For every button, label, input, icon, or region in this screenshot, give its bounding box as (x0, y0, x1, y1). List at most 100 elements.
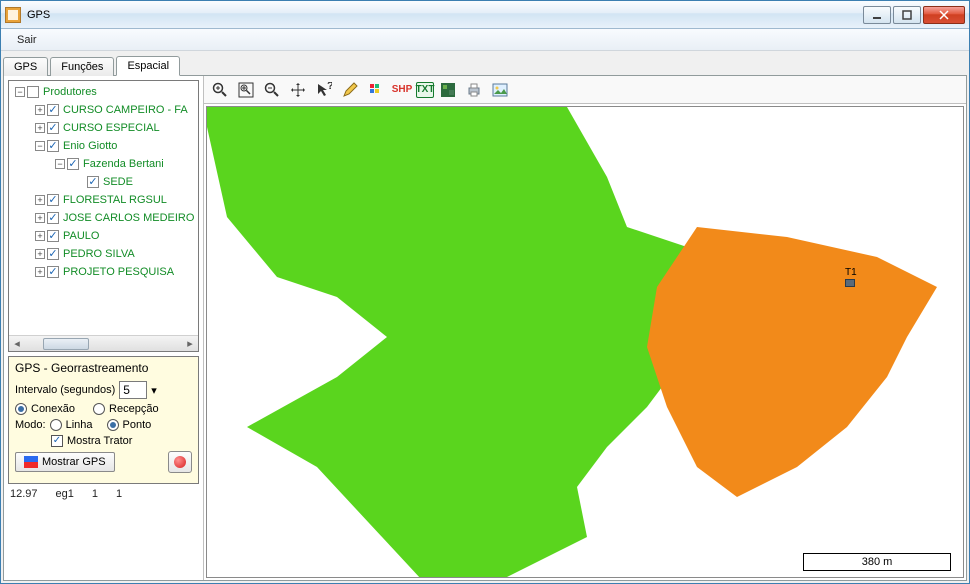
maximize-button[interactable] (893, 6, 921, 24)
checkbox[interactable]: ✓ (47, 140, 59, 152)
tree-item[interactable]: +✓FLORESTAL RGSUL (11, 191, 196, 209)
tree-item[interactable]: +✓CURSO ESPECIAL (11, 119, 196, 137)
picture-icon[interactable] (488, 79, 512, 101)
map-toolbar: ? SHP TXT (204, 76, 966, 104)
window-title: GPS (27, 9, 863, 21)
app-icon (5, 7, 21, 23)
tree[interactable]: −Produtores +✓CURSO CAMPEIRO - FA +✓CURS… (9, 81, 198, 335)
mostrar-gps-button[interactable]: Mostrar GPS (15, 452, 115, 472)
checkbox[interactable]: ✓ (87, 176, 99, 188)
checkbox[interactable]: ✓ (47, 212, 59, 224)
txt-button[interactable]: TXT (416, 82, 434, 98)
satellite-icon[interactable] (436, 79, 460, 101)
left-panel: −Produtores +✓CURSO CAMPEIRO - FA +✓CURS… (4, 76, 204, 580)
tab-gps[interactable]: GPS (3, 57, 48, 76)
expand-icon[interactable]: + (35, 105, 45, 115)
status-a: 12.97 (10, 488, 38, 500)
help-cursor-icon[interactable]: ? (312, 79, 336, 101)
expand-icon[interactable]: − (35, 141, 45, 151)
tree-label: PROJETO PESQUISA (63, 266, 174, 278)
tree-item[interactable]: +✓JOSE CARLOS MEDEIRO (11, 209, 196, 227)
pencil-icon[interactable] (338, 79, 362, 101)
grid-icon[interactable] (364, 79, 388, 101)
app-window: GPS Sair GPS Funções Espacial − Produtore… (0, 0, 970, 584)
checkbox[interactable]: ✓ (67, 158, 79, 170)
minimize-button[interactable] (863, 6, 891, 24)
zoom-out-icon[interactable] (260, 79, 284, 101)
print-icon[interactable] (462, 79, 486, 101)
map-polygon-orange (587, 227, 947, 547)
tree-item[interactable]: +✓ PAULO (11, 227, 196, 245)
scroll-left-icon[interactable]: ◂ (9, 337, 25, 350)
checkbox[interactable]: ✓ (47, 122, 59, 134)
expand-icon[interactable]: + (35, 123, 45, 133)
checkbox[interactable]: ✓ (47, 248, 59, 260)
expand-icon[interactable]: + (35, 249, 45, 259)
checkbox[interactable]: ✓ (47, 230, 59, 242)
conexao-radio[interactable] (15, 403, 27, 415)
expand-icon[interactable]: + (35, 195, 45, 205)
gps-icon (24, 456, 38, 468)
zoom-area-icon[interactable] (234, 79, 258, 101)
tree-label: CURSO CAMPEIRO - FA (63, 104, 188, 116)
tree-item[interactable]: −✓ Enio Giotto (11, 137, 196, 155)
tab-funcoes[interactable]: Funções (50, 57, 114, 76)
shp-button[interactable]: SHP (390, 79, 414, 101)
main-area: ? SHP TXT T1 380 m (204, 76, 966, 580)
checkbox[interactable]: ✓ (47, 104, 59, 116)
tree-label: PAULO (63, 230, 99, 242)
svg-text:?: ? (327, 82, 332, 92)
expand-icon[interactable]: − (15, 87, 25, 97)
record-icon (174, 456, 186, 468)
intervalo-row: Intervalo (segundos) ▾ (15, 381, 192, 399)
record-button[interactable] (168, 451, 192, 473)
tree-item[interactable]: −✓ Fazenda Bertani (11, 155, 196, 173)
recepcao-radio[interactable] (93, 403, 105, 415)
tree-item[interactable]: +✓ PEDRO SILVA (11, 245, 196, 263)
ponto-radio[interactable] (107, 419, 119, 431)
tree-label: Produtores (43, 86, 97, 98)
modo-label: Modo: (15, 419, 46, 431)
checkbox[interactable] (27, 86, 39, 98)
linha-label: Linha (66, 419, 93, 431)
tree-item[interactable]: +✓ PROJETO PESQUISA (11, 263, 196, 281)
trator-row: ✓ Mostra Trator (15, 435, 192, 447)
linha-radio[interactable] (50, 419, 62, 431)
tree-item[interactable]: +✓ CURSO CAMPEIRO - FA (11, 101, 196, 119)
checkbox[interactable]: ✓ (47, 194, 59, 206)
menu-sair[interactable]: Sair (11, 32, 43, 48)
pan-icon[interactable] (286, 79, 310, 101)
expand-icon[interactable]: − (55, 159, 65, 169)
tree-root[interactable]: − Produtores (11, 83, 196, 101)
scroll-thumb[interactable] (43, 338, 89, 350)
tree-label: Enio Giotto (63, 140, 117, 152)
tree-item[interactable]: ✓SEDE (11, 173, 196, 191)
status-c: 1 (92, 488, 98, 500)
checkbox[interactable]: ✓ (47, 266, 59, 278)
dropdown-icon[interactable]: ▾ (151, 384, 157, 397)
intervalo-input[interactable] (119, 381, 147, 399)
window-controls (863, 6, 965, 24)
tree-label: PEDRO SILVA (63, 248, 135, 260)
gps-buttons-row: Mostrar GPS (15, 451, 192, 473)
tree-label: Fazenda Bertani (83, 158, 164, 170)
status-d: 1 (116, 488, 122, 500)
menubar: Sair (1, 29, 969, 51)
modo-row: Modo: Linha Ponto (15, 419, 192, 431)
close-button[interactable] (923, 6, 965, 24)
zoom-in-icon[interactable] (208, 79, 232, 101)
expand-icon[interactable]: + (35, 267, 45, 277)
expand-icon[interactable]: + (35, 231, 45, 241)
tab-espacial[interactable]: Espacial (116, 56, 180, 76)
scroll-right-icon[interactable]: ▸ (182, 337, 198, 350)
mostra-trator-checkbox[interactable]: ✓ (51, 435, 63, 447)
map-canvas[interactable]: T1 380 m (206, 106, 964, 578)
mostrar-gps-label: Mostrar GPS (42, 456, 106, 468)
tree-scrollbar[interactable]: ◂ ▸ (9, 335, 198, 351)
map-marker-label: T1 (845, 267, 857, 278)
conexao-row: Conexão Recepção (15, 403, 192, 415)
ponto-label: Ponto (123, 419, 152, 431)
tree-container: −Produtores +✓CURSO CAMPEIRO - FA +✓CURS… (8, 80, 199, 352)
map-marker-icon (845, 279, 855, 287)
expand-icon[interactable]: + (35, 213, 45, 223)
